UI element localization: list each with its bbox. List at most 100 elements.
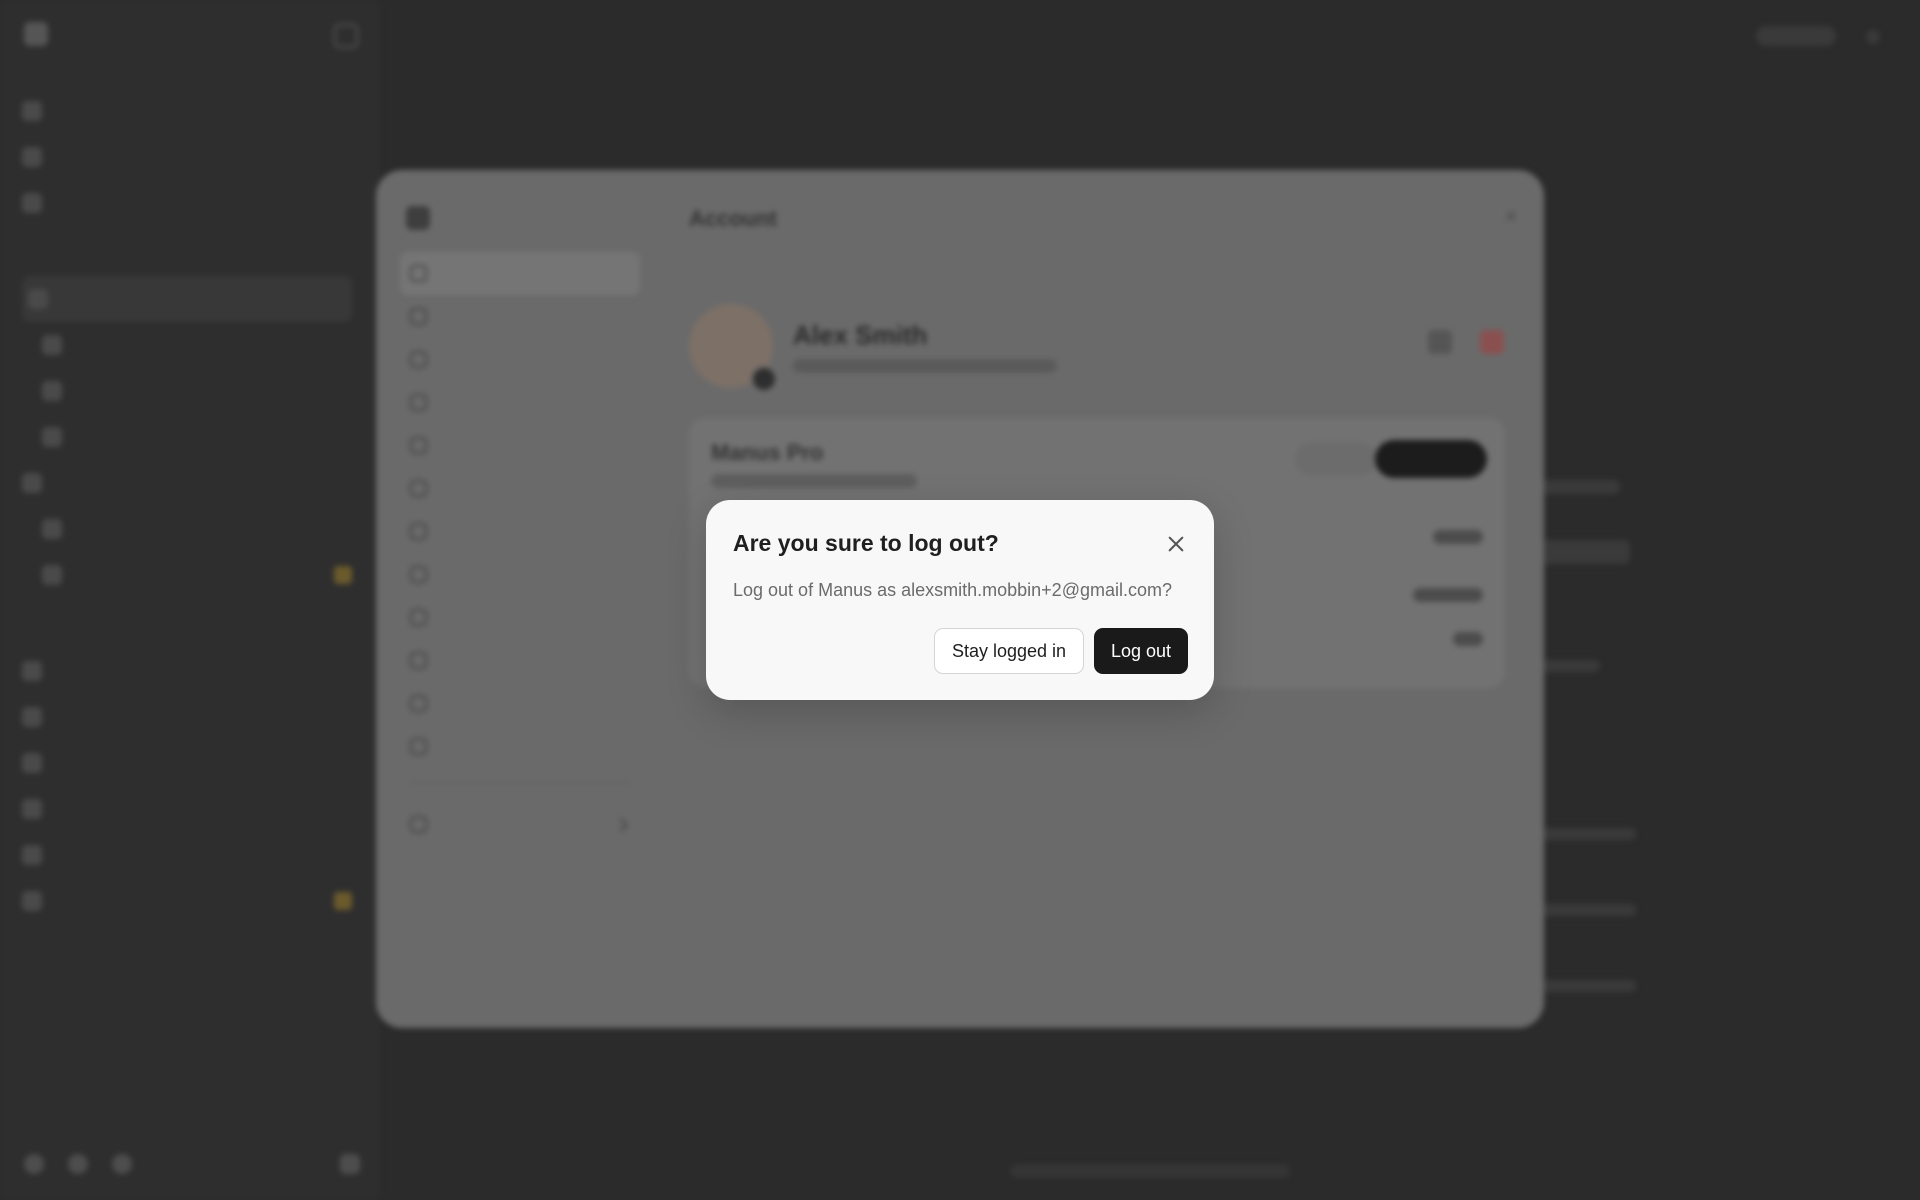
connectors-icon (410, 695, 427, 712)
phone-icon (112, 1154, 132, 1174)
sidebar-footer (24, 1154, 360, 1174)
settings-nav-item (400, 252, 640, 295)
profile-name: Alex Smith (793, 319, 928, 350)
sidebar-item (22, 648, 352, 694)
sidebar-item (22, 368, 352, 414)
top-bar-button (1756, 26, 1836, 46)
settings-nav (400, 252, 640, 846)
edit-icon (1428, 330, 1452, 354)
more-icon (1866, 30, 1880, 44)
settings-nav-item (400, 338, 640, 381)
task-icon (22, 753, 42, 773)
settings-nav-item (400, 682, 640, 725)
sidebar-item (22, 180, 352, 226)
background-fragment (1540, 980, 1636, 992)
sidebar-item (22, 414, 352, 460)
settings-icon (24, 1154, 44, 1174)
log-out-button[interactable]: Log out (1094, 628, 1188, 674)
status-badge (334, 566, 352, 584)
left-sidebar (0, 0, 380, 1200)
settings-nav-item (400, 424, 640, 467)
search-icon (22, 147, 42, 167)
settings-nav-item (400, 596, 640, 639)
personalization-icon (410, 609, 427, 626)
background-fragment (1540, 480, 1620, 494)
manus-logo-icon (24, 22, 48, 46)
account-icon (410, 265, 427, 282)
sidebar-item (22, 878, 352, 924)
footer-hint (1010, 1164, 1290, 1178)
manus-logo-icon (406, 206, 430, 230)
status-badge (334, 892, 352, 910)
avatar (689, 304, 777, 392)
dialog-message: Log out of Manus as alexsmith.mobbin+2@g… (733, 580, 1172, 600)
sidebar-nav (22, 88, 352, 924)
settings-nav-item-help (400, 803, 640, 846)
settings-nav-item (400, 467, 640, 510)
settings-nav-item (400, 553, 640, 596)
sidebar-item (22, 506, 352, 552)
sidebar-item (22, 694, 352, 740)
task-icon (22, 799, 42, 819)
add-credits-button (1375, 440, 1487, 478)
task-icon (22, 661, 42, 681)
logout-dialog: Are you sure to log out? Log out of Manu… (706, 500, 1214, 700)
background-fragment (1540, 828, 1636, 840)
sidebar-item (22, 134, 352, 180)
background-fragment (1540, 540, 1630, 564)
folder-icon (28, 289, 48, 309)
profile-actions (1428, 330, 1504, 354)
task-icon (42, 565, 62, 585)
grid-icon (68, 1154, 88, 1174)
task-icon (22, 891, 42, 911)
background-fragment (1540, 660, 1600, 672)
sidebar-section-header (22, 612, 352, 648)
settings-brand (406, 206, 430, 230)
task-icon (22, 707, 42, 727)
collapse-icon (340, 1154, 360, 1174)
logout-icon (1480, 330, 1504, 354)
sidebar-item (22, 786, 352, 832)
settings-nav-item (400, 381, 640, 424)
task-icon (42, 381, 62, 401)
credits-value (1453, 632, 1483, 646)
avatar-badge (751, 366, 777, 392)
sidebar-collapse-icon (334, 24, 358, 48)
plan-renewal (711, 474, 917, 488)
manage-button (1295, 442, 1377, 476)
folder-icon (22, 473, 42, 493)
integrations-icon (410, 738, 427, 755)
new-task-icon (22, 101, 42, 121)
settings-nav-item (400, 639, 640, 682)
help-icon (410, 816, 427, 833)
settings-title: Account (689, 206, 777, 231)
sidebar-logo (24, 22, 48, 46)
settings-nav-item (400, 510, 640, 553)
profile-card: Alex Smith (689, 304, 1057, 392)
close-icon[interactable] (1164, 532, 1188, 556)
plan-name: Manus Pro (711, 440, 824, 465)
settings-icon (410, 308, 427, 325)
sidebar-item (22, 552, 352, 598)
billing-icon (410, 394, 427, 411)
settings-nav-item (400, 725, 640, 768)
dialog-title: Are you sure to log out? (733, 530, 999, 556)
stay-logged-in-button[interactable]: Stay logged in (934, 628, 1084, 674)
credits-note (1413, 588, 1483, 602)
browser-icon (410, 566, 427, 583)
data-icon (410, 523, 427, 540)
background-fragment (1540, 904, 1636, 916)
task-icon (22, 845, 42, 865)
close-icon: × (1505, 206, 1517, 228)
usage-icon (410, 351, 427, 368)
chevron-right-icon (613, 817, 629, 832)
sidebar-section-header (22, 240, 352, 276)
sidebar-item (22, 88, 352, 134)
sidebar-item (22, 276, 352, 322)
library-icon (22, 193, 42, 213)
sidebar-item (22, 832, 352, 878)
divider (410, 782, 630, 783)
sidebar-item (22, 740, 352, 786)
skills-icon (410, 652, 427, 669)
credits-value (1433, 530, 1483, 544)
